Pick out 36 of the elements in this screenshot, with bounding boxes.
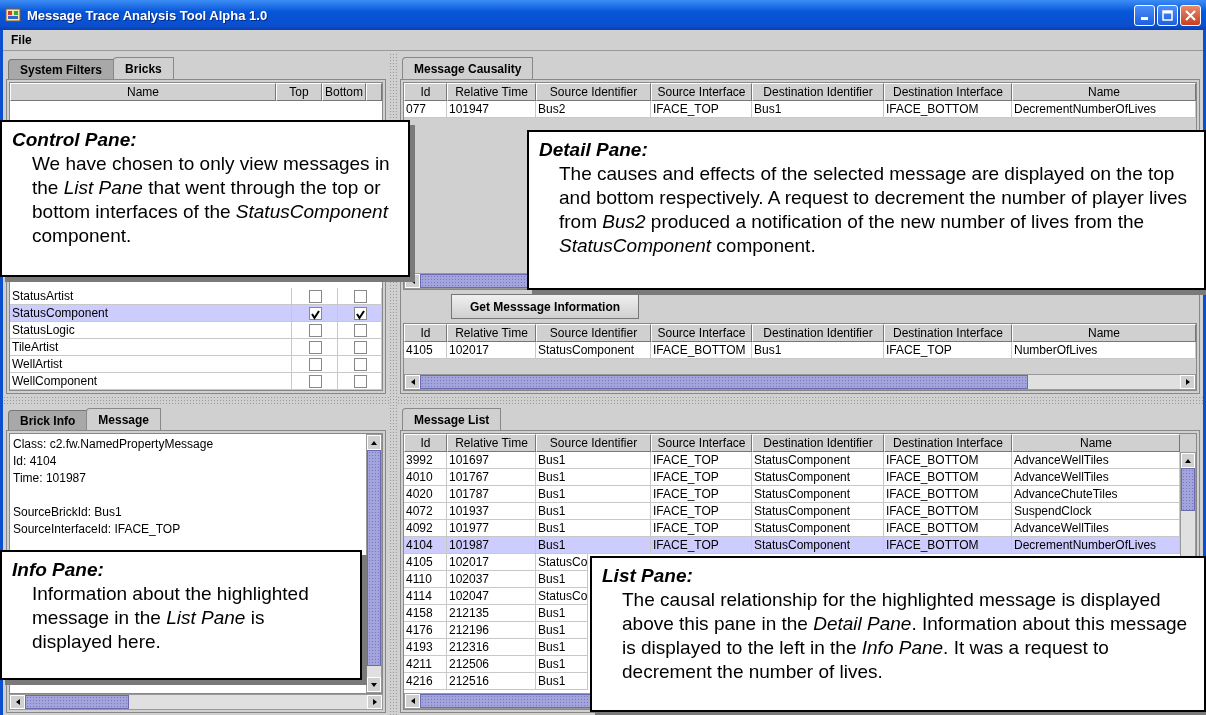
table-cell: DecrementNumberOfLives <box>1012 101 1196 118</box>
table-cell: IFACE_BOTTOM <box>651 342 752 359</box>
table-cell: 077 <box>404 101 447 118</box>
callout-title: Info Pane: <box>12 558 105 582</box>
callout-title: Detail Pane: <box>539 138 649 162</box>
table-cell: 4216 <box>404 673 447 690</box>
text-line: SourceInterfaceId: IFACE_TOP <box>13 521 182 538</box>
text-line: SourceBrickId: Bus1 <box>13 504 123 521</box>
table-cell: IFACE_TOP <box>651 537 752 554</box>
table-cell: 101947 <box>447 101 536 118</box>
table-cell: WellComponent <box>10 373 292 390</box>
table-cell: Bus1 <box>752 342 884 359</box>
table-cell: NumberOfLives <box>1012 342 1196 359</box>
callout-title: List Pane: <box>602 564 694 588</box>
table-cell: 4105 <box>404 342 447 359</box>
table-cell: Bus1 <box>752 101 884 118</box>
callout-text: Information about the highlighted message in the List Pane is displayed here. <box>31 582 310 654</box>
table-cell: StatusComponent <box>752 537 884 554</box>
text-line: Class: c2.fw.NamedPropertyMessage <box>13 436 215 453</box>
table-cell: IFACE_BOTTOM <box>884 101 1012 118</box>
callout-text: The causal relationship for the highlighted message is displayed above this pane in the Detail Pane. Information about this message is displayed to the left in the Info Pane. It was a request to decrement the number of lives. <box>621 588 1189 684</box>
callout-text: We have chosen to only view messages in the List Pane that went through the top or bottom interfaces of the StatusComponent component. <box>31 152 391 248</box>
callout-title: Control Pane: <box>12 128 138 152</box>
table-cell: Bus2 <box>536 101 651 118</box>
table-cell: 212516 <box>447 673 536 690</box>
table-cell: StatusComponent <box>536 342 651 359</box>
text-line: Time: 101987 <box>13 470 87 487</box>
callout-text: The causes and effects of the selected message are displayed on the top and bottom respectively. A request to decrement the number of player lives from Bus2 produced a notification of the new number of lives from the StatusComponent component. <box>558 162 1189 258</box>
table-cell: 102017 <box>447 342 536 359</box>
table-cell: DecrementNumberOfLives <box>1012 537 1180 554</box>
table-cell: IFACE_TOP <box>884 342 1012 359</box>
table-cell: Bus1 <box>536 673 588 690</box>
table-cell: IFACE_TOP <box>651 101 752 118</box>
window-title: Message Trace Analysis Tool Alpha 1.0 <box>27 7 269 23</box>
table-cell: IFACE_BOTTOM <box>884 537 1012 554</box>
text-line: Id: 4104 <box>13 453 58 470</box>
